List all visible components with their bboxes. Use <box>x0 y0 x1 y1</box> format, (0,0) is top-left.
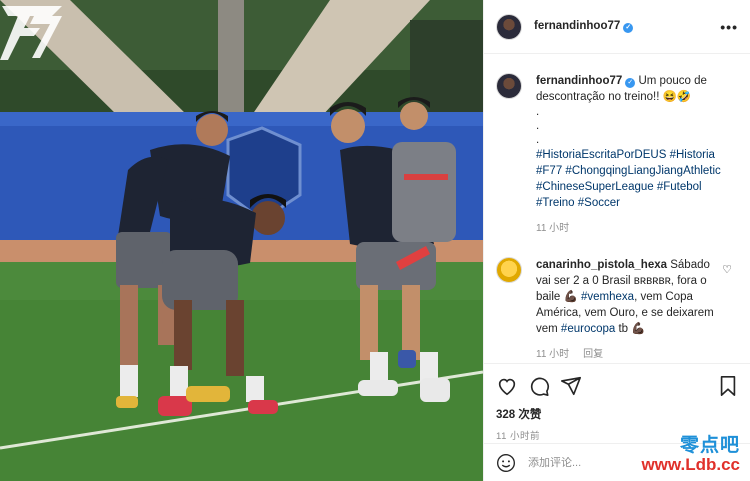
hashtag-link[interactable]: #eurocopa <box>561 323 615 335</box>
comments-area[interactable]: fernandinhoo77 ✓ Um pouco de descontração… <box>484 55 750 363</box>
caption-body: fernandinhoo77 ✓ Um pouco de descontração… <box>536 73 721 237</box>
comment-username[interactable]: canarinho_pistola_hexa <box>536 259 667 271</box>
caption: fernandinhoo77 ✓ Um pouco de descontração… <box>496 73 738 237</box>
hashtag-link[interactable]: #ChongqingLiangJiangAthletic <box>565 165 720 177</box>
add-comment-input[interactable] <box>528 456 658 469</box>
hashtag-link[interactable]: #Historia <box>670 149 715 161</box>
caption-time[interactable]: 11 小时 <box>536 223 569 234</box>
header-username[interactable]: fernandinhoo77 ✓ <box>534 20 634 33</box>
comment-body: canarinho_pistola_hexa Sábado vai ser 2 … <box>536 257 721 363</box>
hashtag-link[interactable]: #F77 <box>536 165 562 177</box>
comment-time[interactable]: 11 小时 <box>536 349 569 360</box>
comment-icon[interactable] <box>528 375 550 397</box>
share-icon[interactable] <box>560 375 582 397</box>
reply-button[interactable]: 回复 <box>583 349 603 360</box>
site-watermark: 零点吧 www.Ldb.cc <box>641 430 740 475</box>
avatar[interactable] <box>496 73 522 99</box>
hashtag-link[interactable]: #Futebol <box>657 181 702 193</box>
more-icon[interactable]: ••• <box>720 19 738 35</box>
dot-line: . <box>536 134 540 146</box>
emoji-icon[interactable] <box>496 453 516 473</box>
f77-logo <box>0 6 62 60</box>
caption-meta: 11 小时 <box>536 221 721 237</box>
post-photo <box>0 0 483 481</box>
comment-like-heart-icon[interactable]: ♡ <box>722 263 732 276</box>
watermark-url: www.Ldb.cc <box>641 455 740 474</box>
hashtag-link[interactable]: #Treino <box>536 197 575 209</box>
dot-line: . <box>536 106 540 118</box>
avatar[interactable] <box>496 13 522 40</box>
comment-item: canarinho_pistola_hexa Sábado vai ser 2 … <box>496 257 738 363</box>
like-count[interactable]: 328 次赞 <box>496 406 738 422</box>
hashtag-link[interactable]: #Soccer <box>578 197 620 209</box>
caption-username[interactable]: fernandinhoo77 <box>536 75 622 87</box>
bookmark-icon[interactable] <box>718 375 738 397</box>
hashtag-link[interactable]: #HistoriaEscritaPorDEUS <box>536 149 666 161</box>
hashtag-link[interactable]: #vemhexa <box>581 291 634 303</box>
dot-line: . <box>536 120 540 132</box>
post-header: fernandinhoo77 ✓ ••• <box>484 0 750 54</box>
avatar[interactable] <box>496 257 522 283</box>
comment-meta: 11 小时 回复 <box>536 347 721 363</box>
comment-text: tb 💪🏿 <box>615 323 646 335</box>
watermark-chinese: 零点吧 <box>679 434 740 456</box>
hashtags: #HistoriaEscritaPorDEUS #Historia #F77 #… <box>536 147 721 211</box>
hashtag-link[interactable]: #ChineseSuperLeague <box>536 181 654 193</box>
verified-badge-icon: ✓ <box>623 23 634 33</box>
verified-badge-icon: ✓ <box>625 78 636 88</box>
post-side-panel: fernandinhoo77 ✓ ••• fernandinhoo77 ✓ Um p… <box>483 0 750 481</box>
heart-icon[interactable] <box>496 375 518 397</box>
caption-dots: . . . <box>536 105 721 147</box>
action-icons <box>496 372 738 400</box>
header-username-text[interactable]: fernandinhoo77 <box>534 20 620 32</box>
photo-illustration <box>0 0 483 481</box>
